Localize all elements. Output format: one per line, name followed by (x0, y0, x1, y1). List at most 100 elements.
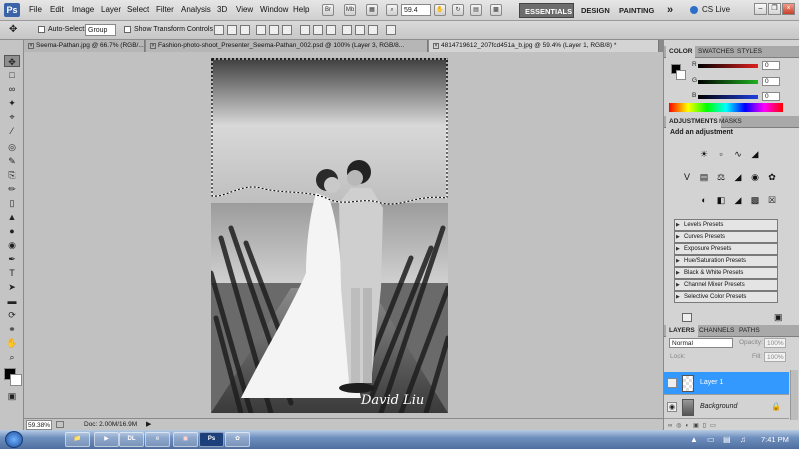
3d-rotate-icon[interactable]: ⟳ (4, 309, 20, 321)
media-player-icon[interactable]: ▶ (94, 432, 119, 447)
distribute-bottom-icon[interactable] (326, 25, 336, 35)
zoom-tool-icon[interactable]: ⌕ (4, 351, 20, 363)
channel-g-value[interactable]: 0 (762, 77, 780, 86)
distribute-right-icon[interactable] (368, 25, 378, 35)
opacity-field[interactable]: 100% (764, 338, 786, 348)
close-button[interactable]: × (782, 3, 795, 15)
bridge-icon[interactable]: Br (322, 4, 334, 16)
photoshop-taskbar-icon[interactable]: Ps (199, 432, 224, 447)
photo-filter-icon[interactable]: ◉ (748, 171, 762, 184)
marquee-tool-icon[interactable]: □ (4, 69, 20, 81)
menu-image[interactable]: Image (72, 5, 94, 14)
posterize-icon[interactable]: ◧ (714, 194, 728, 207)
move-tool-icon[interactable]: ✥ (4, 55, 20, 67)
tab-close-icon[interactable]: × (433, 43, 439, 49)
dl-icon[interactable]: DL (119, 432, 144, 447)
gradient-map-icon[interactable]: ▩ (748, 194, 762, 207)
curves-icon[interactable]: ∿ (731, 148, 745, 161)
hand-tool-icon[interactable]: ✋ (4, 337, 20, 349)
preset-selective-color[interactable]: Selective Color Presets (674, 291, 778, 303)
align-bottom-icon[interactable] (240, 25, 250, 35)
auto-align-icon[interactable] (386, 25, 396, 35)
rectangle-tool-icon[interactable]: ▬ (4, 295, 20, 307)
zoom-level-field[interactable]: 59.4 (401, 4, 431, 16)
align-vcenter-icon[interactable] (227, 25, 237, 35)
channel-r-value[interactable]: 0 (762, 61, 780, 70)
cs-live-button[interactable]: CS Live (702, 5, 730, 14)
threshold-icon[interactable]: ◢ (731, 194, 745, 207)
restore-button[interactable]: ❐ (768, 3, 781, 15)
rotate-view-icon[interactable]: ↻ (452, 4, 464, 16)
hue-saturation-icon[interactable]: ▤ (697, 171, 711, 184)
move-tool-preset-icon[interactable]: ✥ (9, 25, 19, 35)
quick-select-tool-icon[interactable]: ✦ (4, 97, 20, 109)
eyedropper-tool-icon[interactable]: ⁄ (4, 125, 20, 137)
menu-edit[interactable]: Edit (50, 5, 64, 14)
tab-adjustments[interactable]: ADJUSTMENTS (666, 116, 721, 128)
screen-mode-icon[interactable]: ▩ (490, 4, 502, 16)
volume-icon[interactable]: ♫ (740, 435, 746, 444)
tab-paths[interactable]: PATHS (736, 325, 763, 337)
blur-tool-icon[interactable]: ● (4, 225, 20, 237)
tab-masks[interactable]: MASKS (716, 116, 745, 128)
preset-exposure[interactable]: Exposure Presets (674, 243, 778, 255)
preset-curves[interactable]: Curves Presets (674, 231, 778, 243)
layer-name[interactable]: Layer 1 (700, 379, 723, 386)
preset-levels[interactable]: Levels Presets (674, 219, 778, 231)
layers-scrollbar[interactable] (790, 370, 798, 420)
levels-icon[interactable]: ▫ (714, 148, 728, 161)
blend-mode-dropdown[interactable]: Normal (669, 338, 733, 348)
paint-bucket-icon[interactable]: ▲ (4, 211, 20, 223)
layer-row-background[interactable]: ◉ Background 🔒 (664, 396, 789, 419)
selective-color-icon[interactable]: ☒ (765, 194, 779, 207)
tab-channels[interactable]: CHANNELS (696, 325, 737, 337)
visibility-toggle[interactable] (667, 378, 677, 388)
menu-view[interactable]: View (236, 5, 253, 14)
workspace-design[interactable]: DESIGN (576, 3, 615, 18)
layers-footer-icons[interactable]: ∞◎◐▣▯▭ (668, 422, 720, 429)
layer-name[interactable]: Background (700, 403, 737, 410)
crop-tool-icon[interactable]: ⌖ (4, 111, 20, 123)
more-workspaces-icon[interactable]: » (662, 3, 678, 18)
tab-fashion-photo-shoot[interactable]: × Fashion-photo-shoot_Presenter_Seema-Pat… (146, 40, 428, 52)
clock[interactable]: 7:41 PM (761, 435, 789, 444)
preset-black-white[interactable]: Black & White Presets (674, 267, 778, 279)
exposure-icon[interactable]: ◢ (748, 148, 762, 161)
fill-field[interactable]: 100% (764, 352, 786, 362)
zoom-status-field[interactable]: 59.38% (26, 420, 52, 430)
invert-icon[interactable]: ◐ (697, 194, 711, 207)
media-icon[interactable]: ◼ (173, 432, 198, 447)
arrange-documents-icon[interactable]: ▤ (470, 4, 482, 16)
tab-swatches[interactable]: SWATCHES (695, 46, 737, 58)
layer-row-layer-1[interactable]: Layer 1 (664, 372, 789, 395)
adjustment-clip-icon[interactable] (682, 313, 692, 322)
zoom-icon[interactable]: ⌕ (386, 4, 398, 16)
mini-bridge-icon[interactable]: Mb (344, 4, 356, 16)
channel-b-value[interactable]: 0 (762, 92, 780, 101)
color-spectrum-bar[interactable] (669, 103, 783, 112)
tab-styles[interactable]: STYLES (734, 46, 765, 58)
workspace-painting[interactable]: PAINTING (614, 3, 659, 18)
brush-tool-icon[interactable]: ✎ (4, 155, 20, 167)
start-button[interactable] (5, 431, 23, 448)
grid-icon[interactable]: ▦ (366, 4, 378, 16)
align-top-icon[interactable] (214, 25, 224, 35)
brightness-icon[interactable]: ☀ (697, 148, 711, 161)
tab-active-document[interactable]: × 4814719612_207fcd451a_b.jpg @ 59.4% (La… (429, 40, 659, 52)
document-image[interactable]: David Liu (211, 58, 448, 413)
minimize-button[interactable]: – (754, 3, 767, 15)
quick-mask-icon[interactable]: ▣ (4, 390, 20, 402)
distribute-hcenter-icon[interactable] (355, 25, 365, 35)
explorer-icon[interactable]: 📁 (65, 432, 90, 447)
preset-channel-mixer[interactable]: Channel Mixer Presets (674, 279, 778, 291)
tab-close-icon[interactable]: × (150, 43, 156, 49)
workspace-essentials[interactable]: ESSENTIALS (519, 3, 574, 18)
lasso-tool-icon[interactable]: ∞ (4, 83, 20, 95)
channel-g-slider[interactable] (698, 80, 758, 84)
auto-select-dropdown[interactable]: Group (85, 24, 116, 36)
distribute-left-icon[interactable] (342, 25, 352, 35)
pen-tool-icon[interactable]: ✒ (4, 253, 20, 265)
adjustment-delete-icon[interactable]: ▣ (774, 313, 786, 322)
healing-brush-icon[interactable]: ◎ (4, 141, 20, 153)
align-right-icon[interactable] (282, 25, 292, 35)
